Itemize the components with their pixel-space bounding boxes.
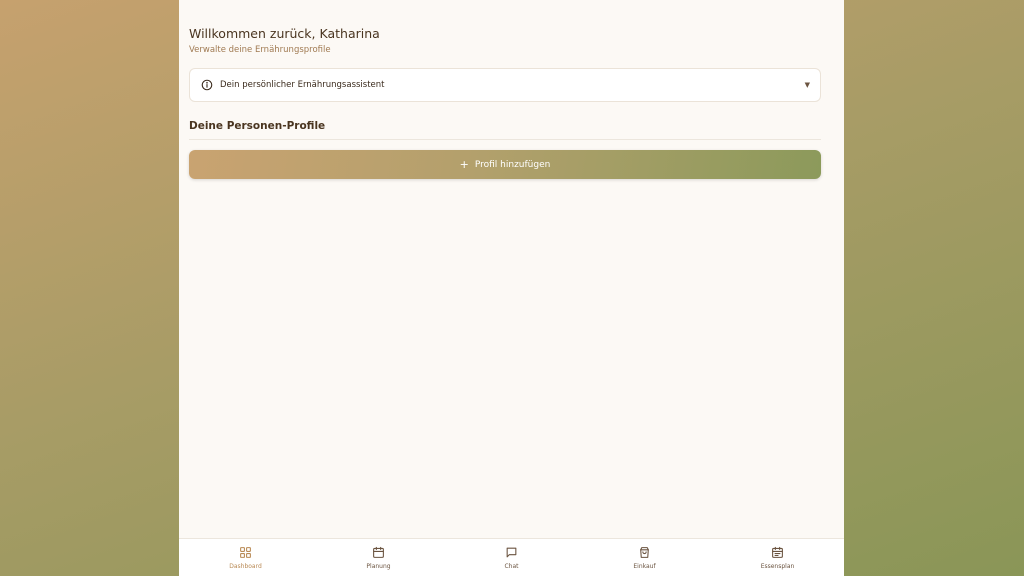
chevron-down-icon: ▼	[804, 81, 810, 89]
shopping-bag-icon	[640, 546, 649, 558]
nav-item-essensplan[interactable]: Essensplan	[711, 539, 844, 576]
assistant-dropdown[interactable]: Dein persönlicher Ernährungsassistent ▼	[189, 68, 821, 102]
meal-plan-icon	[772, 546, 783, 558]
calendar-icon	[373, 546, 384, 558]
bottom-navigation: Dashboard Planung Chat Einkauf Essenspla…	[179, 538, 844, 576]
app-window: Willkommen zurück, Katharina Verwalte de…	[179, 0, 844, 576]
nav-item-planung[interactable]: Planung	[312, 539, 445, 576]
nav-label-planung: Planung	[366, 562, 391, 570]
nav-item-dashboard[interactable]: Dashboard	[179, 539, 312, 576]
page-subtitle: Verwalte deine Ernährungsprofile	[189, 45, 331, 55]
grid-icon	[240, 546, 251, 558]
nav-item-einkauf[interactable]: Einkauf	[578, 539, 711, 576]
profiles-section-title: Deine Personen-Profile	[189, 119, 821, 140]
chat-icon	[506, 547, 517, 557]
assistant-label: Dein persönlicher Ernährungsassistent	[220, 80, 385, 90]
nav-item-chat[interactable]: Chat	[445, 539, 578, 576]
nav-label-einkauf: Einkauf	[633, 562, 656, 570]
add-profile-button[interactable]: + Profil hinzufügen	[189, 150, 821, 179]
main-content: Willkommen zurück, Katharina Verwalte de…	[189, 26, 821, 179]
add-profile-label: Profil hinzufügen	[474, 159, 551, 170]
nav-label-essensplan: Essensplan	[760, 562, 795, 570]
nav-label-chat: Chat	[504, 562, 519, 570]
plus-icon: +	[459, 158, 469, 171]
page-title: Willkommen zurück, Katharina	[189, 26, 380, 41]
nav-label-dashboard: Dashboard	[229, 562, 262, 570]
info-icon	[201, 79, 213, 91]
